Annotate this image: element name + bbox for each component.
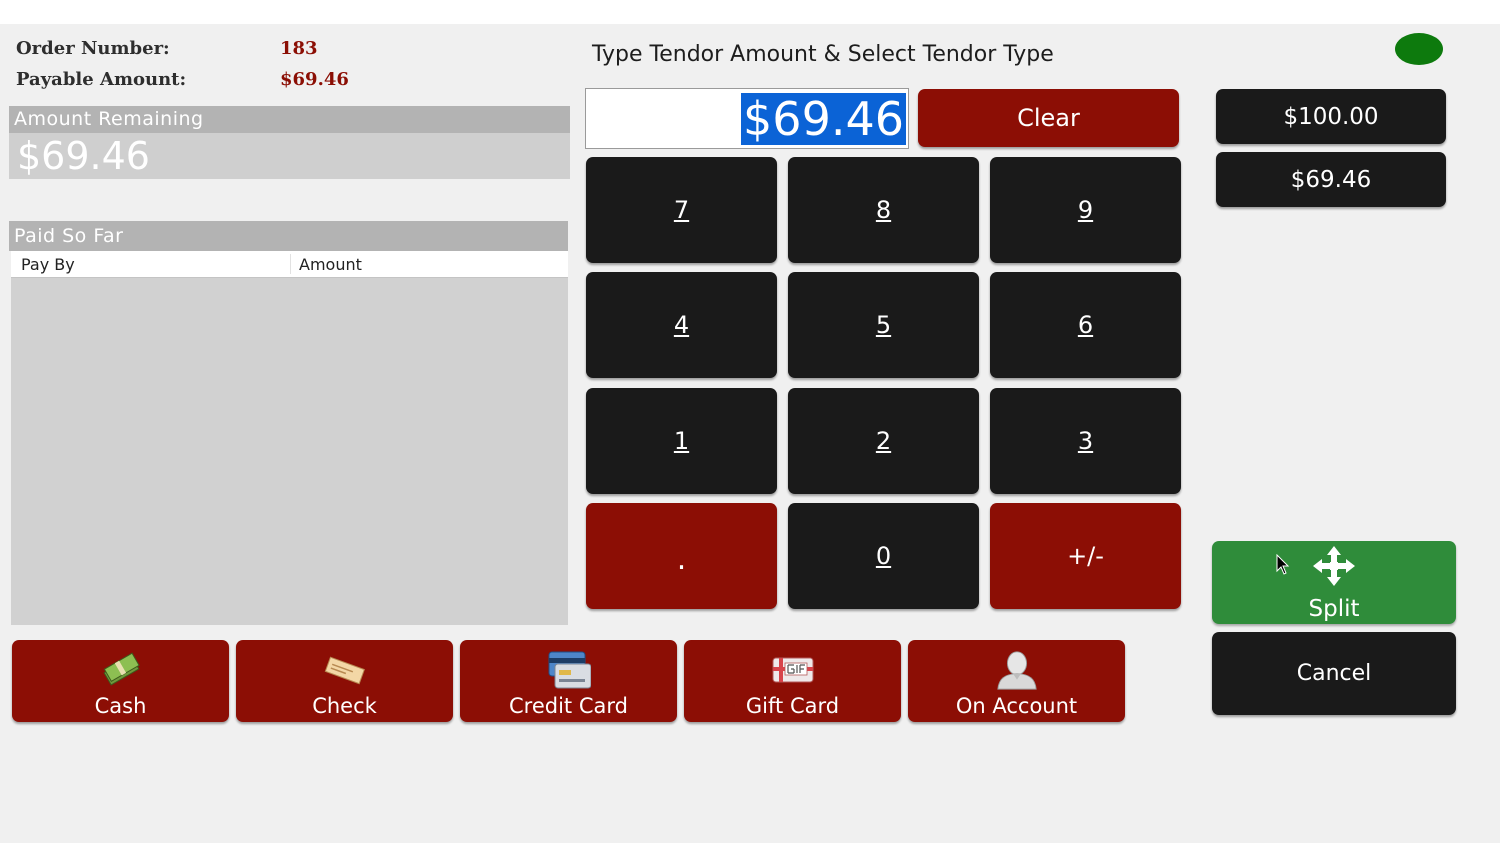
keypad-key-1[interactable]: 1 bbox=[586, 388, 777, 494]
tender-amount-input[interactable]: $69.46 bbox=[585, 88, 909, 149]
amount-remaining-value: $69.46 bbox=[9, 133, 570, 179]
amount-remaining-panel: Amount Remaining $69.46 bbox=[9, 106, 570, 179]
paid-so-far-column-headers: Pay By Amount bbox=[11, 251, 568, 278]
payable-amount-value: $69.46 bbox=[280, 69, 349, 90]
payable-amount-label: Payable Amount: bbox=[16, 69, 187, 90]
check-icon bbox=[323, 650, 367, 690]
tender-check-button[interactable]: Check bbox=[236, 640, 453, 722]
keypad-key-3[interactable]: 3 bbox=[990, 388, 1181, 494]
split-label: Split bbox=[1308, 595, 1360, 622]
gift-card-icon bbox=[771, 650, 815, 690]
keypad-key-8[interactable]: 8 bbox=[788, 157, 979, 263]
paid-so-far-panel: Paid So Far Pay By Amount bbox=[9, 221, 568, 625]
tender-on-account-button[interactable]: On Account bbox=[908, 640, 1125, 722]
tender-cash-button[interactable]: Cash bbox=[12, 640, 229, 722]
tender-amount-value: $69.46 bbox=[741, 91, 906, 146]
quick-amount-exact-button[interactable]: $69.46 bbox=[1216, 152, 1446, 207]
keypad-key-9[interactable]: 9 bbox=[990, 157, 1181, 263]
cancel-label: Cancel bbox=[1296, 661, 1372, 686]
split-button[interactable]: Split bbox=[1212, 541, 1456, 624]
order-number-label: Order Number: bbox=[16, 38, 170, 59]
keypad-key-0[interactable]: 0 bbox=[788, 503, 979, 609]
keypad-key-2[interactable]: 2 bbox=[788, 388, 979, 494]
column-amount[interactable]: Amount bbox=[299, 255, 362, 274]
cash-icon bbox=[99, 650, 143, 690]
keypad-key-4[interactable]: 4 bbox=[586, 272, 777, 378]
tender-credit-card-button[interactable]: Credit Card bbox=[460, 640, 677, 722]
paid-so-far-header: Paid So Far bbox=[9, 221, 568, 251]
quick-amount-100-button[interactable]: $100.00 bbox=[1216, 89, 1446, 144]
keypad-key-5[interactable]: 5 bbox=[788, 272, 979, 378]
amount-remaining-header: Amount Remaining bbox=[9, 106, 570, 133]
mouse-cursor-icon bbox=[1276, 553, 1290, 580]
account-person-icon bbox=[995, 650, 1039, 690]
keypad-decimal-button[interactable]: . bbox=[586, 503, 777, 609]
keypad-key-7[interactable]: 7 bbox=[586, 157, 777, 263]
tender-check-label: Check bbox=[312, 694, 377, 718]
keypad-plus-minus-button[interactable]: +/- bbox=[990, 503, 1181, 609]
clear-button[interactable]: Clear bbox=[918, 89, 1179, 147]
tender-gift-card-button[interactable]: Gift Card bbox=[684, 640, 901, 722]
tender-title: Type Tendor Amount & Select Tendor Type bbox=[592, 42, 1054, 67]
keypad-key-6[interactable]: 6 bbox=[990, 272, 1181, 378]
status-indicator bbox=[1395, 33, 1443, 65]
move-arrows-icon bbox=[1313, 545, 1355, 592]
column-pay-by[interactable]: Pay By bbox=[21, 255, 75, 274]
credit-card-icon bbox=[547, 650, 591, 690]
tender-on-account-label: On Account bbox=[955, 694, 1078, 718]
tender-cash-label: Cash bbox=[94, 694, 147, 718]
paid-so-far-list[interactable]: Pay By Amount bbox=[11, 251, 568, 625]
cancel-button[interactable]: Cancel bbox=[1212, 632, 1456, 715]
top-strip bbox=[0, 0, 1500, 24]
tender-gift-card-label: Gift Card bbox=[745, 694, 840, 718]
tender-credit-card-label: Credit Card bbox=[509, 694, 628, 718]
order-number-value: 183 bbox=[280, 38, 318, 59]
